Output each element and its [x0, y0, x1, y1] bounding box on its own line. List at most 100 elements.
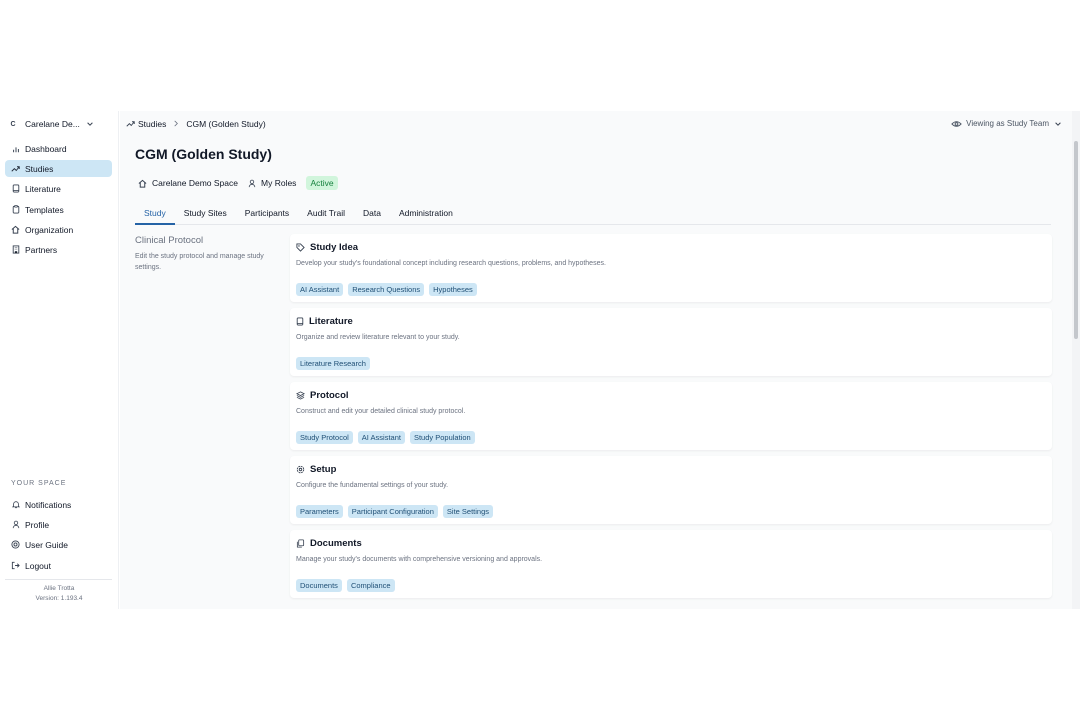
main-content: Studies CGM (Golden Study) Viewing as St… — [120, 111, 1072, 609]
study-tabs: Study Study Sites Participants Audit Tra… — [135, 206, 1051, 225]
card-chips: Documents Compliance — [296, 579, 400, 592]
chip-participant-configuration[interactable]: Participant Configuration — [347, 505, 438, 518]
tab-administration[interactable]: Administration — [390, 206, 462, 223]
documents-icon — [296, 539, 305, 548]
card-title-text: Study Idea — [310, 242, 359, 253]
status-badge: Active — [306, 176, 338, 190]
home-icon — [11, 225, 20, 234]
chip-compliance[interactable]: Compliance — [346, 579, 395, 592]
breadcrumb: Studies CGM (Golden Study) — [126, 119, 266, 129]
sidebar-item-templates[interactable]: Templates — [5, 201, 112, 218]
book-icon — [11, 184, 20, 193]
card-description: Configure the fundamental settings of yo… — [296, 482, 449, 489]
card-title-text: Literature — [309, 316, 353, 327]
card-title: Protocol — [296, 390, 349, 401]
page-title: CGM (Golden Study) — [135, 146, 272, 162]
card-title: Study Idea — [296, 242, 358, 253]
card-chips: Study Protocol AI Assistant Study Popula… — [296, 431, 480, 444]
chip-study-population[interactable]: Study Population — [409, 431, 475, 444]
sidebar-item-label: Templates — [25, 204, 64, 215]
card-description: Manage your study's documents with compr… — [296, 556, 543, 563]
sidebar-item-partners[interactable]: Partners — [5, 241, 112, 258]
study-space-label: Carelane Demo Space — [152, 178, 238, 188]
sidebar-item-label: Organization — [25, 224, 74, 235]
chip-study-protocol[interactable]: Study Protocol — [296, 431, 353, 444]
sidebar-item-notifications[interactable]: Notifications — [5, 496, 112, 513]
logout-icon — [11, 561, 20, 570]
sidebar: C Carelane De... Dashboard Studies Liter… — [0, 111, 119, 609]
card-literature[interactable]: Literature Organize and review literatur… — [290, 308, 1052, 376]
tab-data[interactable]: Data — [354, 206, 390, 223]
bar-chart-icon — [11, 144, 20, 153]
chevron-down-icon — [86, 120, 94, 128]
section-title: Clinical Protocol — [135, 235, 204, 246]
breadcrumb-current: CGM (Golden Study) — [186, 119, 266, 129]
chip-ai-assistant[interactable]: AI Assistant — [357, 431, 405, 444]
tab-audit-trail[interactable]: Audit Trail — [298, 206, 354, 223]
chip-documents[interactable]: Documents — [296, 579, 342, 592]
section-label-your-space: YOUR SPACE — [11, 480, 67, 487]
sidebar-item-dashboard[interactable]: Dashboard — [5, 140, 112, 157]
tab-participants[interactable]: Participants — [236, 206, 298, 223]
sidebar-item-studies[interactable]: Studies — [5, 160, 112, 177]
workspace-switcher[interactable]: C Carelane De... — [4, 115, 112, 133]
tab-study[interactable]: Study — [135, 206, 175, 225]
chevron-right-icon — [173, 120, 179, 129]
user-icon — [11, 520, 20, 529]
sidebar-item-label: Logout — [25, 560, 51, 571]
sidebar-divider — [5, 579, 112, 580]
chip-literature-research[interactable]: Literature Research — [296, 357, 370, 370]
sidebar-item-label: User Guide — [25, 539, 68, 550]
user-name: Allie Trotta — [43, 585, 75, 592]
sidebar-item-logout[interactable]: Logout — [5, 557, 112, 574]
my-roles[interactable]: My Roles — [248, 178, 296, 188]
chip-hypotheses[interactable]: Hypotheses — [429, 283, 477, 296]
card-study-idea[interactable]: Study Idea Develop your study's foundati… — [290, 234, 1052, 302]
card-description: Develop your study's foundational concep… — [296, 260, 606, 267]
bell-icon — [11, 500, 20, 509]
clipboard-icon — [11, 205, 20, 214]
card-title: Setup — [296, 464, 336, 475]
workspace-name: Carelane De... — [25, 119, 80, 129]
card-protocol[interactable]: Protocol Construct and edit your detaile… — [290, 382, 1052, 450]
study-meta: Carelane Demo Space My Roles Active — [138, 176, 338, 190]
book-icon — [296, 317, 304, 326]
sidebar-item-organization[interactable]: Organization — [5, 221, 112, 238]
card-title: Documents — [296, 538, 362, 549]
sidebar-item-literature[interactable]: Literature — [5, 180, 112, 197]
sidebar-item-label: Profile — [25, 519, 50, 530]
chip-research-questions[interactable]: Research Questions — [348, 283, 425, 296]
trending-up-icon — [11, 164, 20, 173]
gear-icon — [296, 465, 305, 474]
chip-ai-assistant[interactable]: AI Assistant — [296, 283, 344, 296]
eye-icon — [951, 120, 962, 128]
view-role-selector[interactable]: Viewing as Study Team — [951, 119, 1062, 128]
chevron-down-icon — [1054, 120, 1062, 128]
card-title-text: Setup — [310, 464, 337, 475]
card-documents[interactable]: Documents Manage your study's documents … — [290, 530, 1052, 598]
sidebar-item-profile[interactable]: Profile — [5, 516, 112, 533]
chip-parameters[interactable]: Parameters — [296, 505, 343, 518]
building-icon — [11, 245, 20, 254]
chip-site-settings[interactable]: Site Settings — [442, 505, 494, 518]
card-title-text: Protocol — [310, 390, 349, 401]
sidebar-item-user-guide[interactable]: User Guide — [5, 536, 112, 553]
tab-study-sites[interactable]: Study Sites — [175, 206, 236, 223]
breadcrumb-studies[interactable]: Studies — [138, 119, 166, 129]
card-chips: Literature Research — [296, 357, 375, 370]
study-space[interactable]: Carelane Demo Space — [138, 178, 238, 188]
layers-icon — [296, 391, 305, 400]
card-title: Literature — [296, 316, 353, 327]
tag-icon — [296, 243, 305, 252]
sidebar-item-label: Studies — [25, 163, 54, 174]
card-chips: Parameters Participant Configuration Sit… — [296, 505, 498, 518]
scrollbar-thumb[interactable] — [1074, 141, 1078, 339]
card-setup[interactable]: Setup Configure the fundamental settings… — [290, 456, 1052, 524]
user-icon — [248, 179, 256, 188]
app-window: C Carelane De... Dashboard Studies Liter… — [0, 111, 1080, 609]
life-buoy-icon — [11, 540, 20, 549]
card-description: Construct and edit your detailed clinica… — [296, 408, 466, 415]
app-version: Version: 1.193.4 — [35, 595, 83, 602]
section-description: Edit the study protocol and manage study… — [135, 253, 264, 271]
sidebar-item-label: Notifications — [25, 499, 72, 510]
